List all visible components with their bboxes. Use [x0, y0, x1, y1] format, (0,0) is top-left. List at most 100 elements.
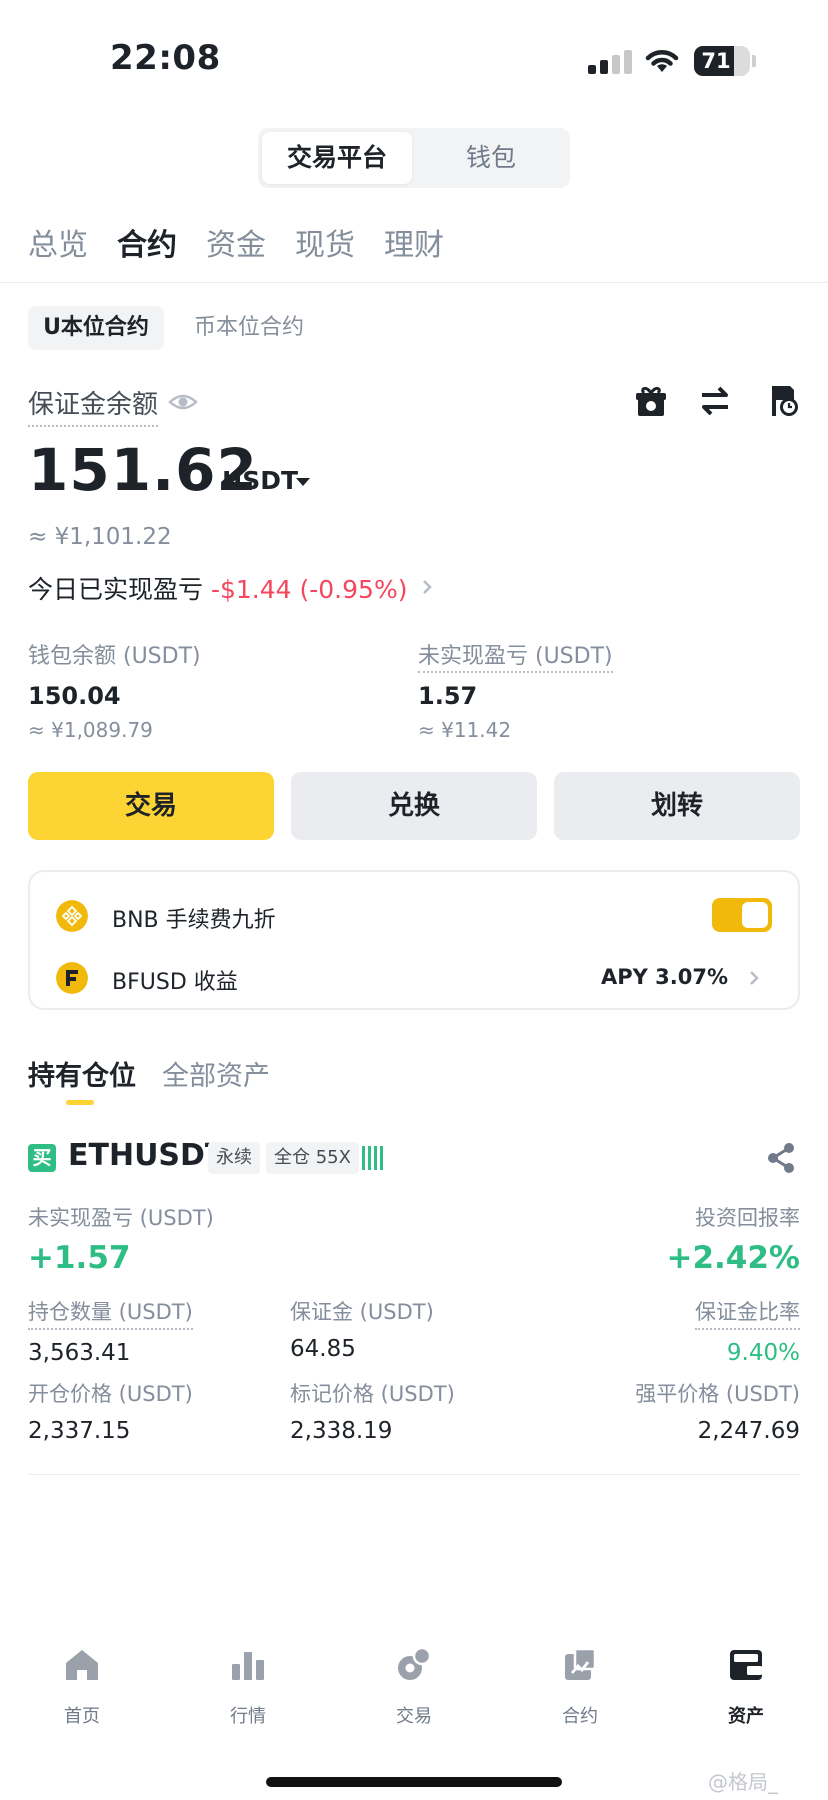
bfusd-icon: [56, 962, 88, 994]
position-entry-price: 开仓价格 (USDT) 2,337.15: [28, 1378, 193, 1444]
position-size-value: 3,563.41: [28, 1340, 131, 1366]
bnb-fee-toggle[interactable]: [712, 898, 772, 932]
segment-wallet[interactable]: 钱包: [416, 132, 566, 184]
segment-exchange[interactable]: 交易平台: [262, 132, 412, 184]
position-liq-price: 强平价格 (USDT) 2,247.69: [635, 1378, 800, 1444]
bnb-icon: [56, 900, 88, 932]
tab-futures[interactable]: 合约: [117, 220, 177, 264]
position-roi-label: 投资回报率: [695, 1206, 800, 1230]
wallet-balance-value: 150.04: [28, 682, 121, 710]
subtab-usdm[interactable]: U本位合约: [28, 306, 164, 350]
bfusd-earn-label: BFUSD 收益: [112, 970, 238, 995]
caret-down-icon[interactable]: [296, 478, 310, 486]
balance-unit-selector[interactable]: USDT: [222, 466, 298, 495]
bnb-fee-discount-row: BNB 手续费九折: [30, 892, 798, 942]
bfusd-apy: APY 3.07%: [600, 965, 728, 989]
position-margin-value: 64.85: [290, 1336, 356, 1362]
bnb-fee-label: BNB 手续费九折: [112, 908, 276, 933]
battery-level: 71: [701, 49, 731, 73]
wallet-balance-block: 钱包余额 (USDT) 150.04 ≈ ¥1,089.79: [28, 638, 201, 742]
position-roi-value: +2.42%: [666, 1240, 800, 1276]
position-divider: [28, 1474, 800, 1475]
watermark: @格局_: [708, 1770, 778, 1794]
tab-overview[interactable]: 总览: [28, 220, 88, 264]
risk-level-icon: [362, 1146, 384, 1170]
unrealized-pnl-approx: ≈ ¥11.42: [418, 718, 512, 742]
nav-assets-label: 资产: [728, 1706, 764, 1727]
nav-futures-label: 合约: [562, 1706, 598, 1727]
status-bar: 22:08 71: [0, 0, 828, 110]
position-margin-label: 保证金 (USDT): [290, 1300, 434, 1324]
wallet-balance-label: 钱包余额 (USDT): [28, 644, 201, 669]
trade-button[interactable]: 交易: [28, 772, 274, 840]
transfer-icon[interactable]: [698, 384, 732, 418]
nav-trade[interactable]: 交易: [364, 1646, 464, 1728]
platform-segment-control: 交易平台 钱包: [258, 128, 570, 188]
position-entry-value: 2,337.15: [28, 1418, 131, 1444]
perpetual-tag: 永续: [208, 1142, 260, 1174]
tabs-divider: [0, 282, 828, 283]
futures-icon: [565, 1647, 597, 1680]
bfusd-earn-row[interactable]: BFUSD 收益 APY 3.07%: [30, 954, 798, 1004]
nav-markets-label: 行情: [230, 1706, 266, 1727]
share-icon[interactable]: [766, 1142, 796, 1174]
chevron-right-icon[interactable]: [748, 969, 760, 987]
battery-tip: [752, 55, 756, 67]
position-mark-label: 标记价格 (USDT): [290, 1382, 455, 1406]
wallet-balance-approx: ≈ ¥1,089.79: [28, 718, 153, 742]
position-pnl-label: 未实现盈亏 (USDT): [28, 1206, 214, 1230]
position-liq-value: 2,247.69: [697, 1418, 800, 1444]
nav-home[interactable]: 首页: [32, 1646, 132, 1728]
nav-trade-label: 交易: [396, 1706, 432, 1727]
eye-icon[interactable]: [168, 390, 198, 414]
balance-approx-cny: ≈ ¥1,101.22: [28, 524, 172, 550]
home-icon: [66, 1650, 98, 1680]
transfer-button[interactable]: 划转: [554, 772, 800, 840]
leverage-tag[interactable]: 全仓 55X: [266, 1142, 359, 1174]
position-symbol[interactable]: ETHUSDT: [68, 1138, 225, 1173]
today-pnl-value: -$1.44 (-0.95%): [210, 575, 408, 604]
position-size-label[interactable]: 持仓数量 (USDT): [28, 1296, 193, 1330]
position-margin: 保证金 (USDT) 64.85: [290, 1296, 434, 1362]
position-entry-label: 开仓价格 (USDT): [28, 1382, 193, 1406]
position-mark-value: 2,338.19: [290, 1418, 393, 1444]
active-tab-indicator: [66, 1100, 94, 1105]
nav-futures[interactable]: 合约: [530, 1646, 630, 1728]
margin-balance-label[interactable]: 保证金余额: [28, 384, 159, 427]
fee-yield-card: BNB 手续费九折 BFUSD 收益 APY 3.07%: [28, 870, 800, 1010]
position-mark-price: 标记价格 (USDT) 2,338.19: [290, 1378, 455, 1444]
tab-all-assets[interactable]: 全部资产: [162, 1054, 270, 1093]
nav-markets[interactable]: 行情: [198, 1646, 298, 1728]
position-unrealized-pnl: 未实现盈亏 (USDT) +1.57: [28, 1202, 214, 1276]
tab-funding[interactable]: 资金: [206, 220, 266, 264]
position-size: 持仓数量 (USDT) 3,563.41: [28, 1296, 193, 1366]
convert-button[interactable]: 兑换: [291, 772, 537, 840]
position-margin-ratio-value: 9.40%: [726, 1340, 800, 1366]
wallet-icon: [730, 1650, 762, 1680]
position-margin-ratio: 保证金比率 9.40%: [695, 1296, 800, 1366]
position-margin-ratio-label[interactable]: 保证金比率: [695, 1296, 800, 1330]
wifi-icon: [645, 50, 679, 72]
unrealized-pnl-label[interactable]: 未实现盈亏 (USDT): [418, 644, 613, 673]
nav-home-label: 首页: [64, 1706, 100, 1727]
unrealized-pnl-label-wrap[interactable]: 未实现盈亏 (USDT): [418, 638, 613, 673]
gift-icon[interactable]: [634, 384, 668, 418]
status-time: 22:08: [110, 38, 221, 78]
tab-spot[interactable]: 现货: [295, 220, 355, 264]
position-roi: 投资回报率 +2.42%: [666, 1202, 800, 1276]
buy-side-badge: 买: [28, 1144, 56, 1172]
tab-earn[interactable]: 理财: [384, 220, 444, 264]
today-realized-pnl[interactable]: 今日已实现盈亏 -$1.44 (-0.95%): [28, 570, 407, 606]
home-indicator[interactable]: [266, 1777, 562, 1787]
cellular-signal-icon: [588, 48, 634, 74]
chart-icon: [232, 1652, 264, 1680]
unrealized-pnl-value: 1.57: [418, 682, 478, 710]
history-icon[interactable]: [766, 384, 800, 418]
position-pnl-value: +1.57: [28, 1240, 131, 1276]
bottom-nav: 首页 行情 交易 合约 资产: [0, 1646, 828, 1756]
nav-assets[interactable]: 资产: [696, 1646, 796, 1728]
tab-positions[interactable]: 持有仓位: [28, 1054, 136, 1093]
subtab-coinm[interactable]: 币本位合约: [194, 306, 304, 350]
position-liq-label: 强平价格 (USDT): [635, 1382, 800, 1406]
chevron-right-icon[interactable]: [420, 577, 434, 597]
